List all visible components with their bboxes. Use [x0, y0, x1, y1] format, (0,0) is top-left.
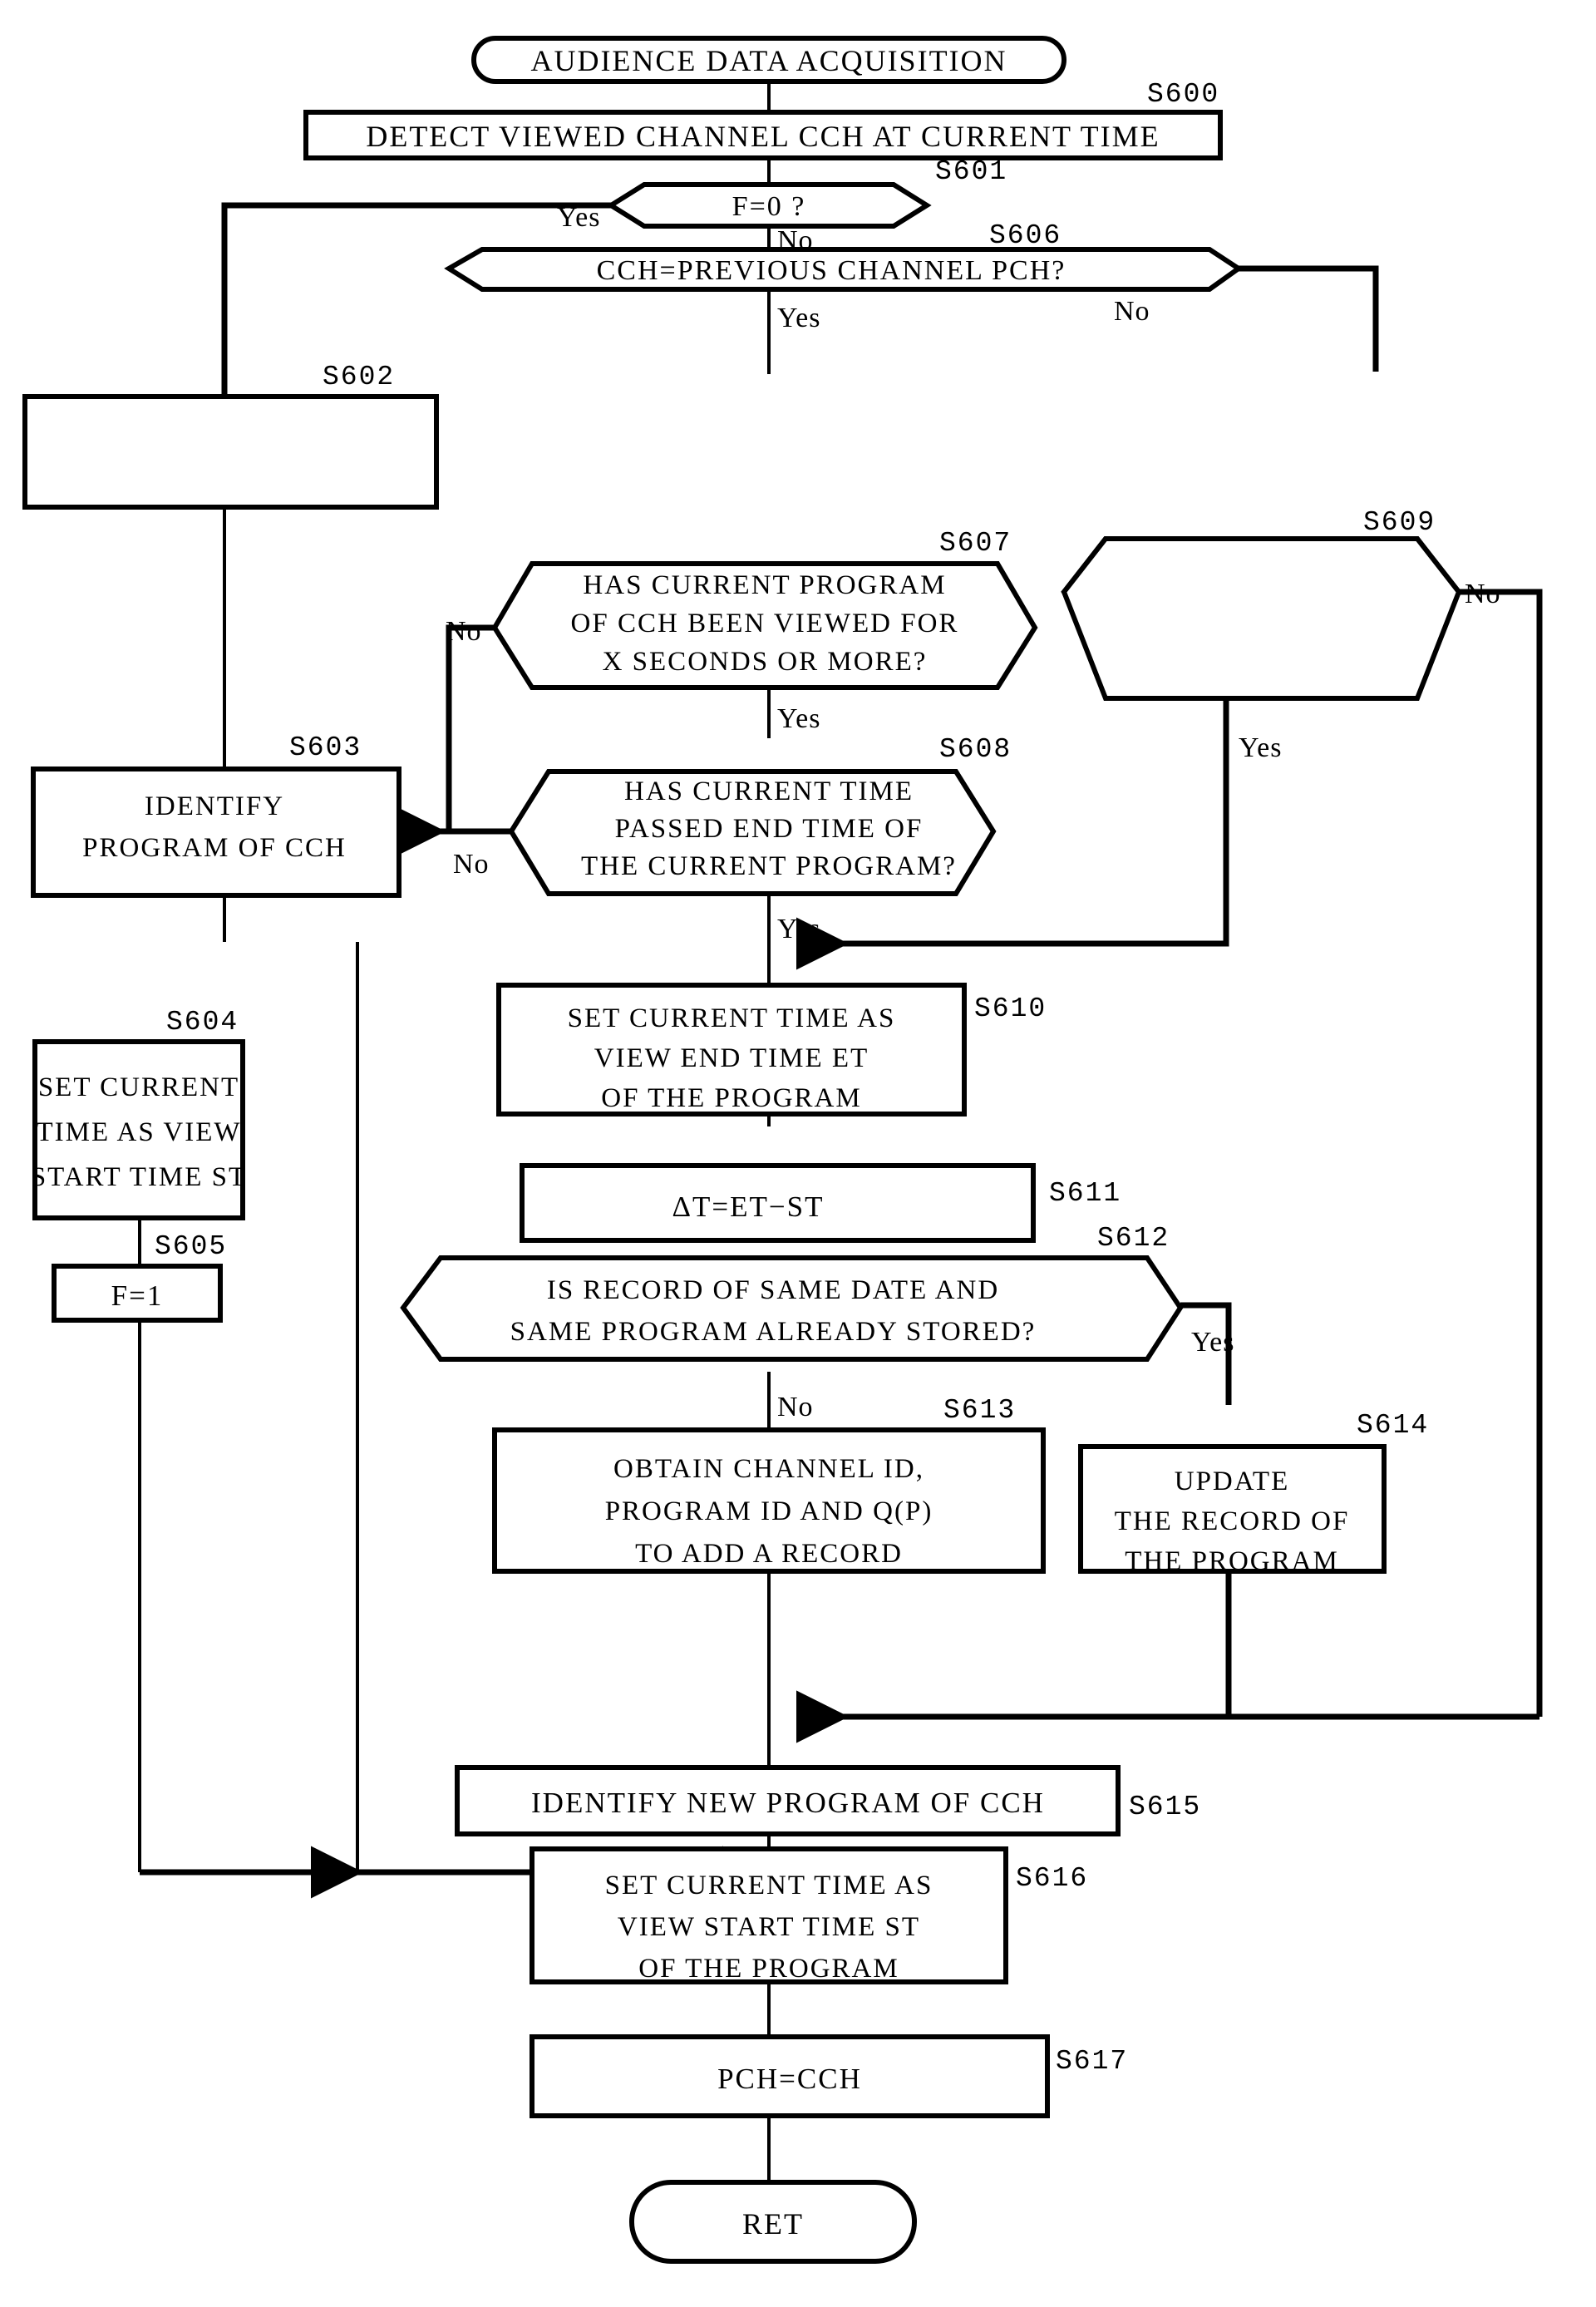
node-s605-step: S605 — [155, 1231, 227, 1262]
node-s610-line1: SET CURRENT TIME AS — [568, 1003, 896, 1033]
edge-s609-no — [1459, 589, 1543, 1717]
node-s610: SET CURRENT TIME AS VIEW END TIME ET OF … — [496, 983, 1047, 1117]
node-s612-line2: SAME PROGRAM ALREADY STORED? — [510, 1317, 1037, 1347]
node-s614-line2: THE RECORD OF — [1115, 1506, 1350, 1536]
node-end-label: RET — [742, 2207, 804, 2240]
node-s605-label: F=1 — [111, 1279, 164, 1312]
edge-label-s612-yes: Yes — [1191, 1327, 1234, 1358]
edge-label-s607-yes: Yes — [777, 703, 820, 734]
node-s603-line2: PROGRAM OF CCH — [82, 833, 347, 863]
node-s609-step: S609 — [1363, 507, 1436, 538]
node-s607-step: S607 — [939, 528, 1012, 559]
node-s616-step: S616 — [1016, 1863, 1088, 1894]
node-s607: HAS CURRENT PROGRAM OF CCH BEEN VIEWED F… — [491, 528, 1038, 690]
node-s616-line2: VIEW START TIME ST — [618, 1912, 920, 1942]
edge-label-s612-no: No — [777, 1392, 814, 1422]
edge-label-s601-yes: Yes — [557, 202, 600, 233]
node-s602-frame — [22, 394, 439, 510]
node-s613-line3: TO ADD A RECORD — [635, 1539, 903, 1569]
node-s609-frame — [1061, 536, 1462, 701]
edge-label-s606-yes: Yes — [777, 303, 820, 333]
node-s607-line1: HAS CURRENT PROGRAM — [583, 570, 946, 600]
node-s615-step: S615 — [1129, 1792, 1201, 1822]
node-s615-label: IDENTIFY NEW PROGRAM OF CCH — [531, 1787, 1045, 1819]
edge-label-s608-no: No — [453, 849, 490, 880]
node-s614-line3: THE PROGRAM — [1125, 1546, 1339, 1576]
node-s600-label: DETECT VIEWED CHANNEL CCH AT CURRENT TIM… — [366, 120, 1160, 153]
node-s613-line2: PROGRAM ID AND Q(P) — [605, 1496, 933, 1526]
node-start: AUDIENCE DATA ACQUISITION — [471, 36, 1066, 84]
node-s607-line2: OF CCH BEEN VIEWED FOR — [571, 609, 959, 638]
edge-label-s609-yes: Yes — [1239, 732, 1282, 763]
node-s603-line1: IDENTIFY — [145, 791, 284, 821]
node-s606-step: S606 — [989, 220, 1062, 251]
edge-s601-yes — [221, 202, 611, 397]
node-s604-step: S604 — [166, 1007, 239, 1038]
node-s613-step: S613 — [943, 1395, 1016, 1426]
node-end: RET — [629, 2180, 917, 2264]
node-s601-label: F=0 ? — [732, 191, 806, 222]
node-s615: IDENTIFY NEW PROGRAM OF CCH S615 — [455, 1765, 1201, 1836]
node-s610-line3: OF THE PROGRAM — [601, 1083, 861, 1113]
node-s611: ΔT=ET−ST S611 — [520, 1163, 1121, 1243]
node-s617: PCH=CCH S617 — [530, 2034, 1128, 2118]
node-s604: SET CURRENT TIME AS VIEW START TIME ST S… — [31, 1007, 247, 1220]
node-s608-line2: PASSED END TIME OF — [615, 814, 924, 844]
node-s608-step: S608 — [939, 734, 1012, 765]
node-s604-line1: SET CURRENT — [38, 1072, 239, 1102]
edge-label-s606-no: No — [1114, 296, 1150, 327]
node-s616-line3: OF THE PROGRAM — [638, 1954, 899, 1984]
node-s616: SET CURRENT TIME AS VIEW START TIME ST O… — [530, 1846, 1088, 1984]
node-s611-step: S611 — [1049, 1178, 1121, 1209]
node-s616-line1: SET CURRENT TIME AS — [605, 1871, 933, 1900]
edge-label-s607-no: No — [446, 616, 482, 647]
node-s608: HAS CURRENT TIME PASSED END TIME OF THE … — [508, 734, 1012, 896]
node-s600-step: S600 — [1147, 79, 1219, 110]
node-s614-step: S614 — [1357, 1410, 1429, 1441]
node-s607-line3: X SECONDS OR MORE? — [603, 647, 928, 677]
edge-s607-no — [446, 624, 495, 831]
edge-label-s608-yes: Yes — [777, 914, 820, 944]
node-s603: IDENTIFY PROGRAM OF CCH S603 — [31, 732, 401, 898]
node-s602-step: S602 — [323, 362, 395, 392]
node-s610-step: S610 — [974, 993, 1047, 1024]
node-s612-step: S612 — [1097, 1223, 1170, 1254]
node-s614-line1: UPDATE — [1175, 1467, 1290, 1496]
node-s608-line1: HAS CURRENT TIME — [624, 776, 914, 806]
flowchart-page: AUDIENCE DATA ACQUISITION DETECT VIEWED … — [0, 0, 1596, 2307]
node-s606-label: CCH=PREVIOUS CHANNEL PCH? — [597, 255, 1066, 286]
node-s600: DETECT VIEWED CHANNEL CCH AT CURRENT TIM… — [303, 79, 1223, 160]
node-s601-step: S601 — [935, 156, 1007, 187]
node-s604-line2: TIME AS VIEW — [36, 1117, 241, 1147]
node-s613-line1: OBTAIN CHANNEL ID, — [613, 1454, 924, 1484]
edge-label-s609-no: No — [1465, 579, 1501, 609]
node-s611-label: ΔT=ET−ST — [672, 1190, 825, 1223]
edge-s606-no — [1239, 265, 1379, 372]
node-s603-step: S603 — [289, 732, 362, 763]
node-s608-line3: THE CURRENT PROGRAM? — [581, 851, 957, 881]
node-start-label: AUDIENCE DATA ACQUISITION — [530, 44, 1007, 77]
node-s617-step: S617 — [1056, 2046, 1128, 2077]
flowchart-canvas: AUDIENCE DATA ACQUISITION DETECT VIEWED … — [22, 36, 1543, 2264]
node-s612: IS RECORD OF SAME DATE AND SAME PROGRAM … — [400, 1223, 1184, 1362]
node-s614: UPDATE THE RECORD OF THE PROGRAM S614 — [1078, 1410, 1429, 1576]
node-s612-line1: IS RECORD OF SAME DATE AND — [547, 1275, 999, 1305]
node-s604-line3: START TIME ST — [31, 1162, 247, 1192]
node-s610-line2: VIEW END TIME ET — [594, 1043, 869, 1073]
node-s617-label: PCH=CCH — [717, 2063, 862, 2095]
node-s601: F=0 ? S601 — [606, 156, 1007, 229]
